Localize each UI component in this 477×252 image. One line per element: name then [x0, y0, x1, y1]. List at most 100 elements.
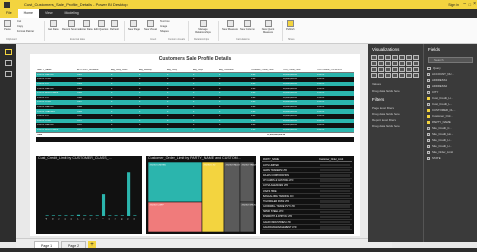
- report-filter-drop-zone[interactable]: Drag data fields here: [368, 123, 423, 129]
- new-measure-button[interactable]: New Measure: [222, 20, 238, 31]
- get-data-button[interactable]: Get Data: [48, 20, 58, 31]
- visual-type-icon[interactable]: [385, 55, 391, 60]
- tab-file[interactable]: File: [0, 9, 18, 18]
- bar-chart-panel[interactable]: Cust_Credit_Limit by CUSTOMER_CLASS_... …: [36, 156, 142, 234]
- treemap-cell[interactable]: [201, 161, 225, 233]
- tab-home[interactable]: Home: [17, 9, 39, 18]
- format-painter-button[interactable]: Format Painter: [17, 30, 34, 33]
- list-column-header[interactable]: Customer_Order_Limit: [318, 158, 352, 161]
- fields-search-input[interactable]: Search: [428, 57, 473, 63]
- visual-type-icon[interactable]: [385, 67, 391, 72]
- visual-type-icon[interactable]: [413, 61, 419, 66]
- new-column-button[interactable]: New Column: [240, 20, 255, 31]
- visual-type-icon[interactable]: [406, 67, 412, 72]
- visual-type-icon[interactable]: [371, 55, 377, 60]
- copy-button[interactable]: Copy: [17, 25, 23, 28]
- close-button[interactable]: ×: [473, 1, 476, 8]
- visual-type-icon[interactable]: [399, 73, 405, 78]
- column-header[interactable]: Customer_Credit_Limit: [250, 69, 282, 71]
- visual-type-icon[interactable]: [371, 73, 377, 78]
- bar[interactable]: [127, 172, 131, 216]
- bar[interactable]: [64, 215, 68, 216]
- visual-type-icon[interactable]: [392, 55, 398, 60]
- field-item[interactable]: STATE: [424, 155, 477, 161]
- report-view-icon[interactable]: [4, 49, 12, 55]
- cut-button[interactable]: Cut: [17, 20, 21, 23]
- bar[interactable]: [133, 215, 137, 216]
- field-checkbox[interactable]: [427, 114, 430, 118]
- enter-data-button[interactable]: Enter Data: [80, 20, 92, 31]
- bar[interactable]: [89, 215, 93, 216]
- visual-type-icon[interactable]: [399, 55, 405, 60]
- visual-type-icon[interactable]: [378, 73, 384, 78]
- new-quick-measure-button[interactable]: New Quick Measure: [258, 20, 278, 34]
- edit-queries-button[interactable]: Edit Queries: [94, 20, 108, 31]
- bar[interactable]: [45, 215, 49, 216]
- field-checkbox[interactable]: [427, 78, 430, 82]
- visual-type-icon[interactable]: [413, 73, 419, 78]
- shapes-button[interactable]: Shapes: [160, 30, 169, 33]
- maximize-button[interactable]: □: [469, 1, 471, 8]
- treemap-cell[interactable]: [223, 161, 241, 233]
- column-header[interactable]: Avg_Collection: [218, 69, 250, 71]
- visual-type-icon[interactable]: [385, 61, 391, 66]
- data-view-icon[interactable]: [4, 60, 12, 66]
- column-header[interactable]: Cust_Credit_Limit: [282, 69, 316, 71]
- bar[interactable]: [95, 215, 99, 216]
- visual-type-icon[interactable]: [392, 67, 398, 72]
- new-page-button[interactable]: New Page: [128, 20, 140, 31]
- visual-type-icon[interactable]: [413, 67, 419, 72]
- party-list-panel[interactable]: PARTY_NAME Customer_Order_Limit JAYS LIMI…: [260, 156, 354, 234]
- visual-type-icon[interactable]: [371, 61, 377, 66]
- field-checkbox[interactable]: [427, 156, 430, 160]
- bar[interactable]: [58, 215, 62, 216]
- column-header[interactable]: PARTY_NAME: [36, 69, 76, 71]
- treemap-panel[interactable]: Customer_Order_Limit by PARTY_NAME and C…: [146, 156, 260, 234]
- relationships-view-icon[interactable]: [4, 71, 12, 77]
- treemap-cell[interactable]: [239, 161, 255, 203]
- visual-type-icon[interactable]: [406, 73, 412, 78]
- treemap-cell[interactable]: [147, 201, 203, 233]
- bar[interactable]: [76, 214, 81, 216]
- bar[interactable]: [120, 215, 124, 216]
- bar[interactable]: [101, 194, 106, 216]
- list-row[interactable]: GAURAVAMANAGEMENT LTD: [262, 225, 352, 231]
- minimize-button[interactable]: –: [463, 1, 466, 8]
- visual-type-icon[interactable]: [378, 55, 384, 60]
- field-checkbox[interactable]: [427, 120, 430, 124]
- visual-type-icon[interactable]: [399, 67, 405, 72]
- field-checkbox[interactable]: [427, 72, 430, 76]
- field-checkbox[interactable]: [427, 138, 430, 142]
- bar[interactable]: [114, 215, 118, 216]
- field-checkbox[interactable]: [427, 144, 430, 148]
- new-visual-button[interactable]: New Visual: [144, 20, 157, 31]
- visual-type-icon[interactable]: [406, 55, 412, 60]
- column-header[interactable]: Avg_Days: [192, 69, 218, 71]
- field-checkbox[interactable]: [427, 84, 430, 88]
- refresh-button[interactable]: Refresh: [110, 20, 119, 31]
- treemap-cell[interactable]: [147, 161, 203, 203]
- column-header[interactable]: ACCOUNT_NUMBER: [76, 69, 110, 71]
- visual-type-icon[interactable]: [413, 55, 419, 60]
- visual-type-icon[interactable]: [371, 67, 377, 72]
- bar[interactable]: [83, 215, 87, 216]
- visual-type-icon[interactable]: [378, 61, 384, 66]
- text-box-button[interactable]: Text box: [160, 20, 170, 23]
- bar[interactable]: [108, 215, 112, 216]
- treemap-cell[interactable]: [239, 201, 255, 233]
- visual-type-icon[interactable]: [399, 61, 405, 66]
- list-column-header[interactable]: PARTY_NAME: [262, 158, 318, 161]
- field-checkbox[interactable]: [427, 126, 430, 130]
- field-checkbox[interactable]: [427, 102, 430, 106]
- bar[interactable]: [70, 215, 74, 216]
- tab-modeling[interactable]: Modeling: [59, 9, 85, 18]
- sign-in-link[interactable]: Sign in: [448, 3, 459, 7]
- paste-button[interactable]: Paste: [4, 20, 11, 31]
- visual-type-icon[interactable]: [392, 73, 398, 78]
- publish-button[interactable]: Publish: [286, 20, 295, 31]
- column-header[interactable]: Avg_Daily: [166, 69, 192, 71]
- field-checkbox[interactable]: [427, 132, 430, 136]
- column-header[interactable]: Avg_Daily_Sales: [110, 69, 138, 71]
- field-checkbox[interactable]: [427, 90, 430, 94]
- recent-sources-button[interactable]: Recent Sources: [62, 20, 80, 31]
